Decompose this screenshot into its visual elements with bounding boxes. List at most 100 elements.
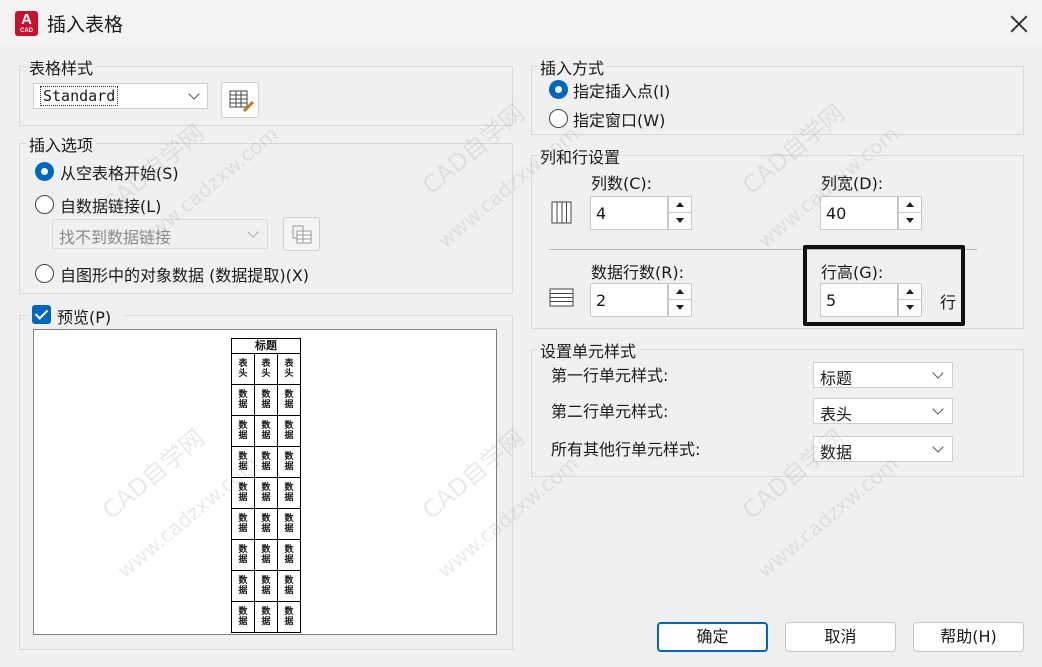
preview-data-cell: 数据 — [231, 601, 255, 633]
preview-checkbox[interactable] — [32, 305, 51, 324]
help-button[interactable]: 帮助(H) — [913, 622, 1024, 652]
columns-label: 列数(C): — [591, 174, 653, 193]
preview-data-cell: 数据 — [231, 384, 255, 416]
other-rows-style-select[interactable]: 数据 — [813, 436, 953, 462]
preview-label: 预览(P) — [57, 308, 112, 327]
chevron-down-icon — [247, 226, 259, 238]
preview-data-row: 数据数据数据 — [231, 384, 301, 416]
insert-options-legend: 插入选项 — [26, 132, 97, 156]
second-row-style-value: 表头 — [820, 405, 853, 424]
first-row-style-label: 第一行单元样式: — [551, 366, 669, 385]
radio-insert-point[interactable] — [549, 80, 568, 99]
preview-data-cell: 数据 — [231, 415, 255, 447]
spin-down-icon[interactable] — [899, 213, 921, 229]
first-row-style-select[interactable]: 标题 — [813, 362, 953, 388]
preview-data-cell: 数据 — [231, 446, 255, 478]
preview-data-cell: 数据 — [277, 446, 301, 478]
ok-button[interactable]: 确定 — [657, 622, 768, 652]
preview-data-cell: 数据 — [277, 384, 301, 416]
spin-up-icon[interactable] — [899, 197, 921, 213]
preview-data-cell: 数据 — [231, 539, 255, 571]
radio-data-link[interactable] — [35, 195, 54, 214]
second-row-style-label: 第二行单元样式: — [551, 402, 669, 421]
insert-window-label: 指定窗口(W) — [573, 111, 666, 130]
preview-data-cell: 数据 — [277, 508, 301, 540]
preview-data-cell: 数据 — [277, 570, 301, 602]
second-row-style-select[interactable]: 表头 — [813, 398, 953, 424]
data-link-icon — [292, 225, 312, 244]
insertion-method-legend: 插入方式 — [537, 55, 608, 79]
table-edit-icon — [229, 90, 255, 113]
spin-down-icon[interactable] — [669, 213, 691, 229]
spin-up-icon[interactable] — [669, 284, 691, 300]
preview-header-cell: 表头 — [277, 353, 301, 385]
col-width-label: 列宽(D): — [821, 174, 884, 193]
preview-data-row: 数据数据数据 — [231, 446, 301, 478]
preview-data-cell: 数据 — [254, 570, 278, 602]
preview-data-row: 数据数据数据 — [231, 570, 301, 602]
radio-object-data[interactable] — [35, 264, 54, 283]
chevron-down-icon — [932, 403, 944, 415]
autocad-app-icon: A CAD — [15, 11, 38, 36]
first-row-style-value: 标题 — [820, 369, 853, 388]
preview-data-cell: 数据 — [254, 415, 278, 447]
preview-header-cell: 表头 — [254, 353, 278, 385]
preview-data-row: 数据数据数据 — [231, 477, 301, 509]
preview-data-row: 数据数据数据 — [231, 508, 301, 540]
data-link-value: 找不到数据链接 — [59, 228, 172, 247]
data-rows-input[interactable]: 2 — [590, 283, 668, 317]
preview-data-cell: 数据 — [277, 539, 301, 571]
preview-data-cell: 数据 — [254, 384, 278, 416]
preview-data-row: 数据数据数据 — [231, 539, 301, 571]
preview-data-cell: 数据 — [254, 601, 278, 633]
rows-icon — [549, 288, 574, 307]
table-style-select[interactable]: Standard — [33, 83, 208, 109]
chevron-down-icon — [188, 88, 200, 100]
other-rows-style-value: 数据 — [820, 443, 853, 462]
preview-title-cell: 标题 — [231, 338, 301, 354]
insert-point-label: 指定插入点(I) — [573, 82, 671, 101]
data-rows-label: 数据行数(R): — [591, 263, 684, 282]
preview-data-cell: 数据 — [231, 477, 255, 509]
data-rows-spinner[interactable] — [668, 283, 692, 317]
col-width-input[interactable]: 40 — [820, 196, 898, 230]
columns-icon — [551, 201, 572, 224]
preview-data-cell: 数据 — [277, 415, 301, 447]
preview-data-cell: 数据 — [231, 508, 255, 540]
preview-data-cell: 数据 — [254, 539, 278, 571]
column-row-legend: 列和行设置 — [537, 144, 624, 168]
preview-data-cell: 数据 — [277, 601, 301, 633]
data-link-label: 自数据链接(L) — [60, 197, 162, 216]
table-style-legend: 表格样式 — [26, 55, 97, 79]
columns-input[interactable]: 4 — [590, 196, 668, 230]
data-link-manager-button[interactable] — [283, 217, 320, 251]
spin-down-icon[interactable] — [669, 300, 691, 316]
preview-header-cell: 表头 — [231, 353, 255, 385]
preview-data-cell: 数据 — [231, 570, 255, 602]
window-title: 插入表格 — [47, 14, 124, 36]
preview-data-cell: 数据 — [254, 446, 278, 478]
preview-table: 标题 表头 表头 表头 数据数据数据数据数据数据数据数据数据数据数据数据数据数据… — [231, 338, 301, 633]
preview-area: 标题 表头 表头 表头 数据数据数据数据数据数据数据数据数据数据数据数据数据数据… — [33, 329, 497, 635]
chevron-down-icon — [932, 441, 944, 453]
title-bar — [0, 0, 1042, 46]
data-link-select[interactable]: 找不到数据链接 — [52, 219, 268, 249]
columns-spinner[interactable] — [668, 196, 692, 230]
radio-insert-window[interactable] — [549, 109, 568, 128]
preview-data-cell: 数据 — [254, 508, 278, 540]
preview-data-cell: 数据 — [254, 477, 278, 509]
spin-up-icon[interactable] — [669, 197, 691, 213]
preview-data-cell: 数据 — [277, 477, 301, 509]
cancel-button[interactable]: 取消 — [785, 622, 896, 652]
preview-data-row: 数据数据数据 — [231, 415, 301, 447]
table-style-dialog-button[interactable] — [221, 82, 259, 118]
object-data-label: 自图形中的对象数据 (数据提取)(X) — [60, 266, 310, 285]
preview-data-row: 数据数据数据 — [231, 601, 301, 633]
empty-table-label: 从空表格开始(S) — [60, 164, 179, 183]
table-style-value: Standard — [40, 86, 119, 106]
chevron-down-icon — [932, 367, 944, 379]
radio-empty-table[interactable] — [35, 162, 54, 181]
close-icon[interactable] — [1004, 9, 1034, 39]
col-width-spinner[interactable] — [898, 196, 922, 230]
other-rows-style-label: 所有其他行单元样式: — [551, 440, 701, 459]
